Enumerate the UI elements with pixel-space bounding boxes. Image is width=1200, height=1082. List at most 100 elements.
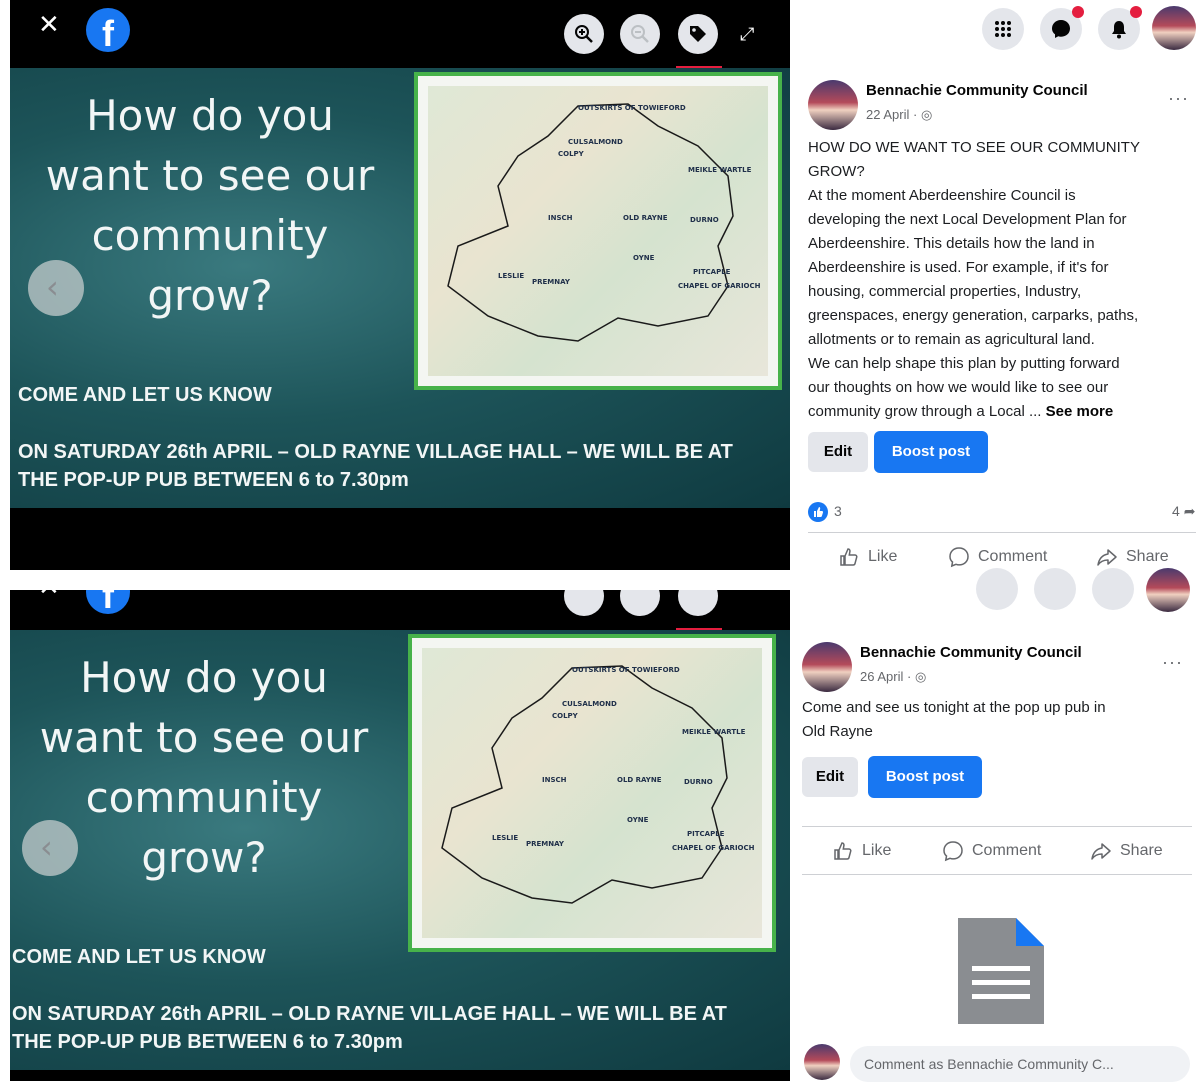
share-button[interactable]: Share xyxy=(1096,546,1169,568)
post-date[interactable]: 22 April · ◎ xyxy=(866,107,932,123)
slide-image: How do you want to see our community gro… xyxy=(10,68,790,508)
map-label: CULSALMOND xyxy=(568,138,623,146)
divider xyxy=(802,874,1192,875)
share-count[interactable]: 4 ➦ xyxy=(1172,503,1195,520)
share-button[interactable]: Share xyxy=(1090,840,1163,862)
slide-title: How do you want to see our community gro… xyxy=(24,648,384,888)
map-area: OUTSKIRTS OF TOWIEFORD CULSALMOND COLPY … xyxy=(422,648,762,938)
comment-label: Comment xyxy=(972,842,1042,859)
post-line: Aberdeenshire. This details how the land… xyxy=(808,235,1095,252)
close-icon[interactable]: ✕ xyxy=(38,10,60,40)
bell-icon[interactable] xyxy=(1092,568,1134,610)
post-line: developing the next Local Development Pl… xyxy=(808,211,1127,228)
post-author[interactable]: Bennachie Community Council xyxy=(866,82,1088,99)
post-line: greenspaces, energy generation, carparks… xyxy=(808,307,1139,324)
map-label: PITCAPLE xyxy=(687,830,725,838)
tag-icon[interactable] xyxy=(678,14,718,54)
map-label: LESLIE xyxy=(492,834,519,842)
zoom-out-icon[interactable] xyxy=(620,590,660,616)
previous-photo-button[interactable]: ‹ xyxy=(28,260,84,316)
zoom-in-icon[interactable] xyxy=(564,590,604,616)
thumbs-up-icon xyxy=(834,842,852,860)
slide-event-line: THE POP-UP PUB BETWEEN 6 to 7.30pm xyxy=(18,469,409,491)
reaction-count[interactable]: 3 xyxy=(834,503,842,519)
facebook-logo[interactable]: f xyxy=(86,590,130,614)
photo-viewer: ✕ f How do you want to see our community… xyxy=(10,590,790,1081)
messenger-icon[interactable] xyxy=(1040,6,1084,50)
map-label: MEIKLE WARTLE xyxy=(682,728,746,736)
close-icon[interactable]: ✕ xyxy=(38,590,60,602)
post-line: allotments or to remain as agricultural … xyxy=(808,331,1095,348)
menu-grid-icon[interactable] xyxy=(976,568,1018,610)
share-icon xyxy=(1097,549,1117,566)
map-label: PREMNAY xyxy=(526,840,564,848)
like-label: Like xyxy=(868,548,898,565)
photo-viewer: ✕ f ⤢ How do you want to see our communi… xyxy=(10,0,790,570)
slide-event-line: THE POP-UP PUB BETWEEN 6 to 7.30pm xyxy=(12,1031,403,1053)
slide-event-line: ON SATURDAY 26th APRIL – OLD RAYNE VILLA… xyxy=(12,1003,727,1025)
comment-button[interactable]: Comment xyxy=(948,546,1047,568)
post-line: housing, commercial properties, Industry… xyxy=(808,283,1082,300)
edit-button[interactable]: Edit xyxy=(802,757,858,797)
boost-post-button[interactable]: Boost post xyxy=(868,756,982,798)
post-line: Aberdeenshire is used. For example, if i… xyxy=(808,259,1109,276)
map-label: INSCH xyxy=(542,776,567,784)
post-body: Come and see us tonight at the pop up pu… xyxy=(802,696,1192,744)
comment-icon xyxy=(943,841,963,862)
messenger-icon[interactable] xyxy=(1034,568,1076,610)
see-more-link[interactable]: See more xyxy=(1046,403,1114,420)
post-options-button[interactable]: ··· xyxy=(1162,652,1183,673)
post-line: Come and see us tonight at the pop up pu… xyxy=(802,699,1106,716)
boundary-outline xyxy=(447,103,734,342)
comment-icon xyxy=(949,547,969,568)
map-label: OYNE xyxy=(633,254,655,262)
map-image: OUTSKIRTS OF TOWIEFORD CULSALMOND COLPY … xyxy=(414,72,782,390)
post-date[interactable]: 26 April · ◎ xyxy=(860,669,926,685)
zoom-out-icon[interactable] xyxy=(620,14,660,54)
post-avatar[interactable] xyxy=(808,80,858,130)
post-options-button[interactable]: ··· xyxy=(1168,88,1189,109)
comment-button[interactable]: Comment xyxy=(942,840,1041,862)
previous-photo-button[interactable]: ‹ xyxy=(22,820,78,876)
slide-title-line: want to see our xyxy=(45,151,375,200)
like-button[interactable]: Like xyxy=(838,546,897,568)
profile-avatar[interactable] xyxy=(1152,6,1196,50)
post-line: We can help shape this plan by putting f… xyxy=(808,355,1120,372)
post-avatar[interactable] xyxy=(802,642,852,692)
post-author[interactable]: Bennachie Community Council xyxy=(860,644,1082,661)
slide-image: How do you want to see our community gro… xyxy=(10,630,790,1070)
post-line: community grow through a Local ... See m… xyxy=(808,400,1196,424)
map-label: COLPY xyxy=(552,712,578,720)
facebook-logo[interactable]: f xyxy=(86,8,130,52)
map-label: PITCAPLE xyxy=(693,268,731,276)
menu-grid-icon[interactable] xyxy=(982,8,1024,50)
zoom-in-icon[interactable] xyxy=(564,14,604,54)
profile-avatar[interactable] xyxy=(1146,568,1190,612)
comment-label: Comment xyxy=(978,548,1048,565)
commenter-avatar[interactable] xyxy=(804,1044,840,1080)
share-label: Share xyxy=(1126,548,1169,565)
expand-icon[interactable]: ⤢ xyxy=(740,24,754,45)
tag-icon[interactable] xyxy=(678,590,718,616)
thumbs-up-icon xyxy=(840,548,858,566)
edit-button[interactable]: Edit xyxy=(808,432,868,472)
chevron-left-icon: ‹ xyxy=(46,268,59,306)
like-reaction-icon[interactable] xyxy=(808,502,828,522)
post-line: our thoughts on how we would like to see… xyxy=(808,379,1109,396)
comment-input[interactable]: Comment as Bennachie Community C... xyxy=(850,1046,1190,1082)
slide-event-details: ON SATURDAY 26th APRIL – OLD RAYNE VILLA… xyxy=(12,1000,782,1056)
boost-post-button[interactable]: Boost post xyxy=(874,431,988,473)
like-label: Like xyxy=(862,842,892,859)
post-date-text: 26 April · xyxy=(860,669,912,684)
globe-icon: ◎ xyxy=(914,669,927,684)
like-button[interactable]: Like xyxy=(832,840,891,862)
slide-event-line: ON SATURDAY 26th APRIL – OLD RAYNE VILLA… xyxy=(18,441,733,463)
post-date-text: 22 April · xyxy=(866,107,918,122)
share-count-text: 4 xyxy=(1172,503,1180,519)
map-label: OUTSKIRTS OF TOWIEFORD xyxy=(572,666,680,674)
map-label: CHAPEL OF GARIOCH xyxy=(678,282,761,290)
share-count-icon: ➦ xyxy=(1183,503,1196,519)
map-label: COLPY xyxy=(558,150,584,158)
bell-icon[interactable] xyxy=(1098,6,1142,50)
map-label: MEIKLE WARTLE xyxy=(688,166,752,174)
